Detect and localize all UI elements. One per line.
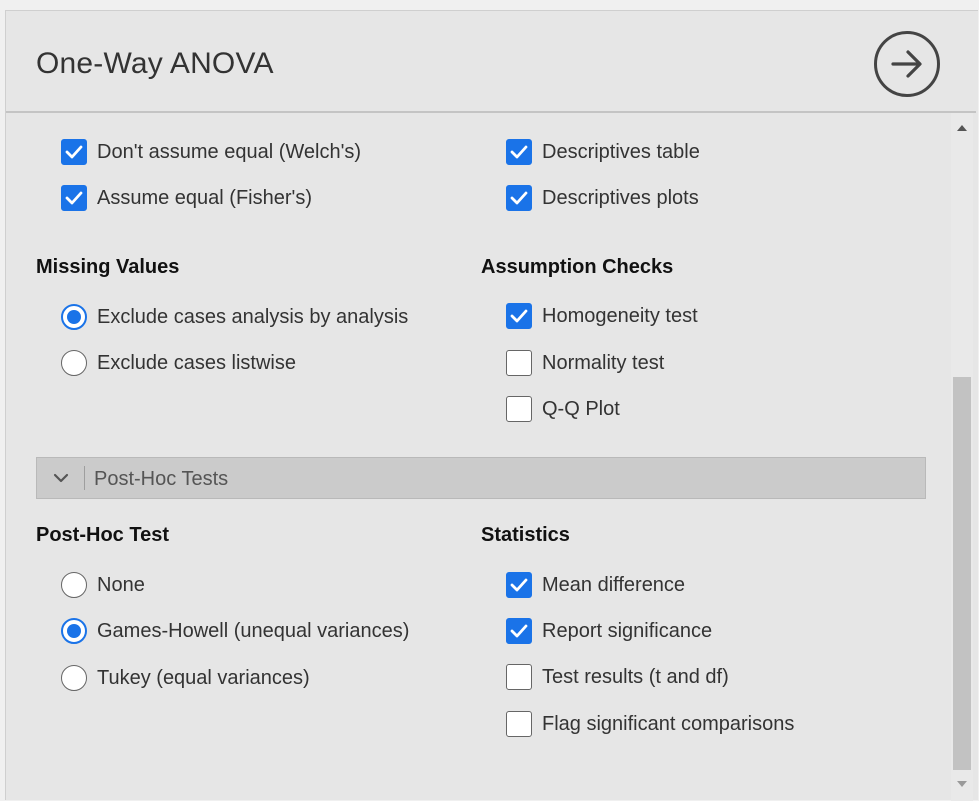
missing-values-heading: Missing Values (36, 256, 180, 278)
check-icon (510, 624, 528, 638)
posthoc-option-row[interactable]: None (61, 570, 145, 600)
report-significance-row[interactable]: Report significance (506, 616, 712, 646)
test-results-row[interactable]: Test results (t and df) (506, 662, 729, 692)
post-hoc-tests-section-label: Post-Hoc Tests (94, 468, 229, 490)
test-results-checkbox[interactable] (506, 664, 532, 690)
homogeneity-row[interactable]: Homogeneity test (506, 301, 698, 331)
test-results-label: Test results (t and df) (542, 665, 729, 688)
fisher-checkbox[interactable] (61, 185, 87, 211)
check-icon (65, 145, 83, 159)
mean-difference-row[interactable]: Mean difference (506, 570, 685, 600)
qq-plot-checkbox[interactable] (506, 396, 532, 422)
normality-checkbox[interactable] (506, 350, 532, 376)
missing-option-row[interactable]: Exclude cases analysis by analysis (61, 302, 408, 332)
posthoc-games-howell-radio[interactable] (61, 618, 87, 644)
post-hoc-test-heading: Post-Hoc Test (36, 524, 169, 546)
options-panel: One-Way ANOVA Don't assume equal (Welch'… (5, 10, 979, 801)
homogeneity-label: Homogeneity test (542, 304, 698, 327)
mean-difference-checkbox[interactable] (506, 572, 532, 598)
posthoc-none-label: None (97, 573, 145, 596)
missing-listwise-label: Exclude cases listwise (97, 351, 296, 374)
fisher-label: Assume equal (Fisher's) (97, 186, 312, 209)
descriptives-plots-label: Descriptives plots (542, 186, 699, 209)
posthoc-option-row[interactable]: Games-Howell (unequal variances) (61, 616, 409, 646)
qq-plot-row[interactable]: Q-Q Plot (506, 394, 620, 424)
missing-option-row[interactable]: Exclude cases listwise (61, 348, 296, 378)
page-title: One-Way ANOVA (36, 47, 274, 80)
mean-difference-label: Mean difference (542, 573, 686, 596)
descriptives-plots-row[interactable]: Descriptives plots (506, 183, 699, 213)
check-icon (510, 145, 528, 159)
report-significance-label: Report significance (542, 619, 713, 642)
check-icon (65, 191, 83, 205)
descriptives-table-row[interactable]: Descriptives table (506, 137, 700, 167)
statistics-heading: Statistics (481, 524, 570, 546)
welch-checkbox-row[interactable]: Don't assume equal (Welch's) (61, 137, 361, 167)
posthoc-option-row[interactable]: Tukey (equal variances) (61, 663, 310, 693)
descriptives-table-checkbox[interactable] (506, 139, 532, 165)
scroll-up-icon[interactable] (957, 125, 967, 131)
fisher-checkbox-row[interactable]: Assume equal (Fisher's) (61, 183, 312, 213)
qq-plot-label: Q-Q Plot (542, 397, 620, 420)
panel-header: One-Way ANOVA (6, 11, 979, 113)
missing-listwise-radio[interactable] (61, 350, 87, 376)
missing-analysis-radio[interactable] (61, 304, 87, 330)
posthoc-none-radio[interactable] (61, 572, 87, 598)
report-significance-checkbox[interactable] (506, 618, 532, 644)
arrow-right-circle-icon (891, 50, 922, 78)
normality-label: Normality test (542, 351, 665, 374)
vertical-scrollbar[interactable] (951, 113, 973, 801)
scrollbar-thumb[interactable] (953, 377, 971, 770)
check-icon (510, 191, 528, 205)
run-analysis-button[interactable] (874, 31, 940, 97)
scroll-down-icon[interactable] (957, 781, 967, 787)
chevron-down-icon (53, 473, 69, 483)
check-icon (510, 309, 528, 323)
flag-significant-row[interactable]: Flag significant comparisons (506, 709, 794, 739)
welch-checkbox[interactable] (61, 139, 87, 165)
posthoc-tukey-radio[interactable] (61, 665, 87, 691)
post-hoc-tests-section-toggle[interactable]: Post-Hoc Tests (36, 457, 926, 499)
options-scroll-area: Don't assume equal (Welch's) Assume equa… (6, 113, 951, 801)
section-separator (84, 466, 85, 490)
normality-row[interactable]: Normality test (506, 348, 664, 378)
flag-significant-checkbox[interactable] (506, 711, 532, 737)
posthoc-games-howell-label: Games-Howell (unequal variances) (97, 619, 410, 642)
check-icon (510, 578, 528, 592)
homogeneity-checkbox[interactable] (506, 303, 532, 329)
posthoc-tukey-label: Tukey (equal variances) (97, 666, 310, 689)
assumption-checks-heading: Assumption Checks (481, 256, 674, 278)
missing-analysis-label: Exclude cases analysis by analysis (97, 305, 409, 328)
descriptives-plots-checkbox[interactable] (506, 185, 532, 211)
welch-label: Don't assume equal (Welch's) (97, 140, 362, 163)
flag-significant-label: Flag significant comparisons (542, 712, 795, 735)
descriptives-table-label: Descriptives table (542, 140, 700, 163)
